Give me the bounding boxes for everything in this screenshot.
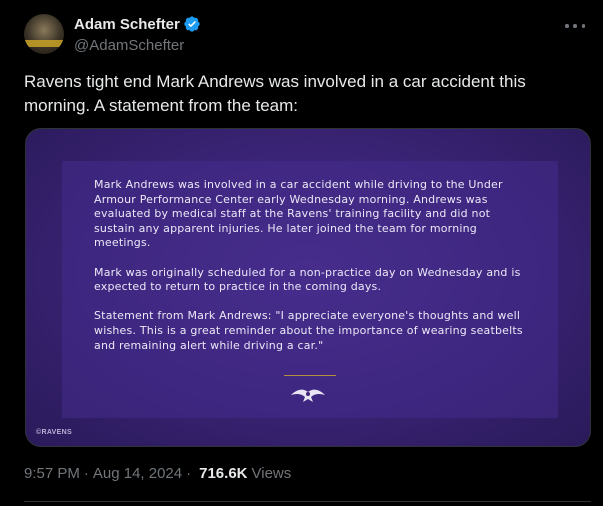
more-dot [573, 24, 577, 28]
avatar-band [24, 40, 64, 47]
meta-separator: · [186, 465, 192, 482]
verified-badge-icon [184, 16, 200, 32]
tweet-media-image[interactable]: Mark Andrews was involved in a car accid… [25, 128, 591, 447]
statement-paragraph: Statement from Mark Andrews: "I apprecia… [94, 309, 523, 352]
gold-divider [284, 375, 336, 376]
ravens-watermark: ©RAVENS [36, 429, 72, 436]
statement-paragraph: Mark Andrews was involved in a car accid… [94, 178, 503, 250]
tweet-meta: 9:57 PM · Aug 14, 2024 · 716.6K Views [24, 465, 291, 482]
more-options-icon[interactable] [565, 16, 585, 36]
meta-separator: · [83, 465, 89, 482]
avatar[interactable] [24, 14, 64, 54]
statement-text: Mark Andrews was involved in a car accid… [94, 178, 534, 368]
author-display-name[interactable]: Adam Schefter [74, 16, 180, 33]
views-label: Views [251, 465, 292, 482]
tweet-date[interactable]: Aug 14, 2024 [93, 465, 182, 482]
author-name-row: Adam Schefter [74, 15, 201, 33]
views-count[interactable]: 716.6K [199, 465, 247, 482]
more-dot [565, 24, 569, 28]
tweet-text: Ravens tight end Mark Andrews was involv… [24, 72, 526, 115]
author-handle[interactable]: @AdamSchefter [74, 37, 184, 54]
statement-paragraph: Mark was originally scheduled for a non-… [94, 265, 521, 294]
divider [24, 501, 591, 502]
more-dot [581, 24, 585, 28]
tweet-time[interactable]: 9:57 PM [24, 465, 80, 482]
ravens-logo-icon [291, 389, 325, 402]
